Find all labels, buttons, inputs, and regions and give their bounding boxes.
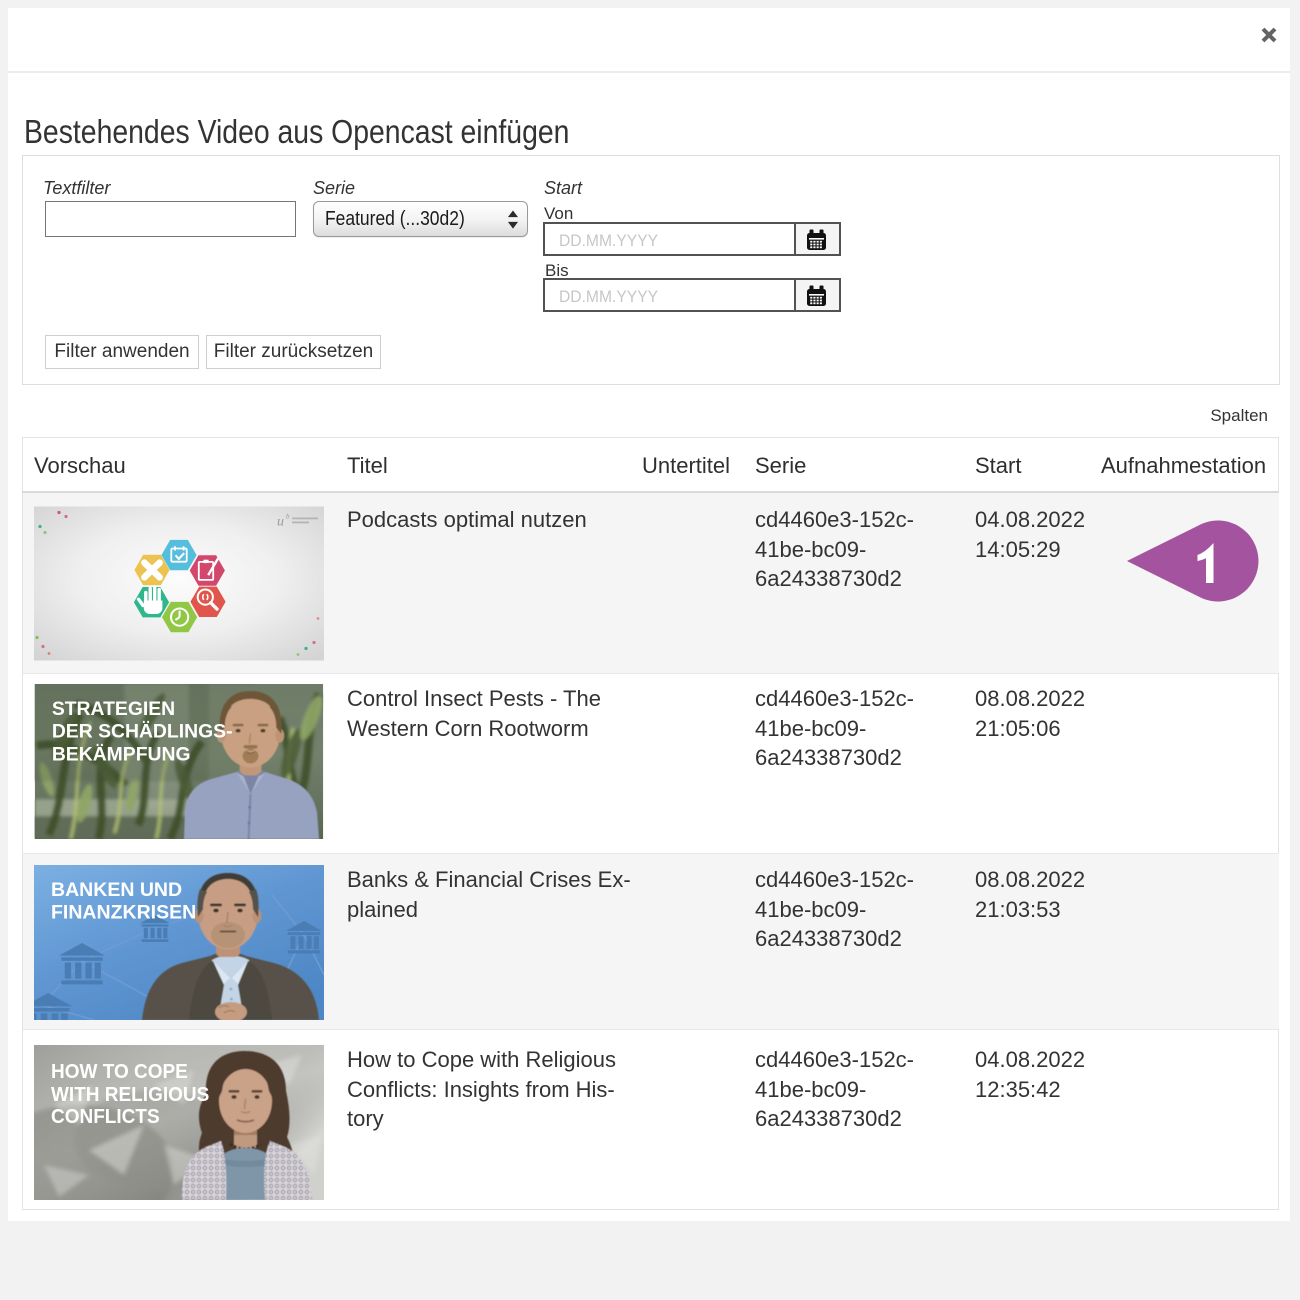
svg-text:HOW TO COPE: HOW TO COPE — [51, 1061, 188, 1084]
svg-text:BANKEN UND: BANKEN UND — [51, 879, 182, 901]
svg-text:u: u — [277, 515, 284, 530]
svg-text:BEKÄMPFUNG: BEKÄMPFUNG — [52, 743, 191, 766]
svg-text:FINANZKRISEN: FINANZKRISEN — [51, 902, 196, 924]
svg-text:STRATEGIEN: STRATEGIEN — [52, 698, 175, 720]
svg-text:b: b — [286, 513, 290, 521]
svg-text:CONFLICTS: CONFLICTS — [51, 1106, 160, 1129]
svg-text:WITH RELIGIOUS: WITH RELIGIOUS — [51, 1084, 209, 1107]
svg-text:DER SCHÄDLINGS-: DER SCHÄDLINGS- — [52, 720, 233, 743]
